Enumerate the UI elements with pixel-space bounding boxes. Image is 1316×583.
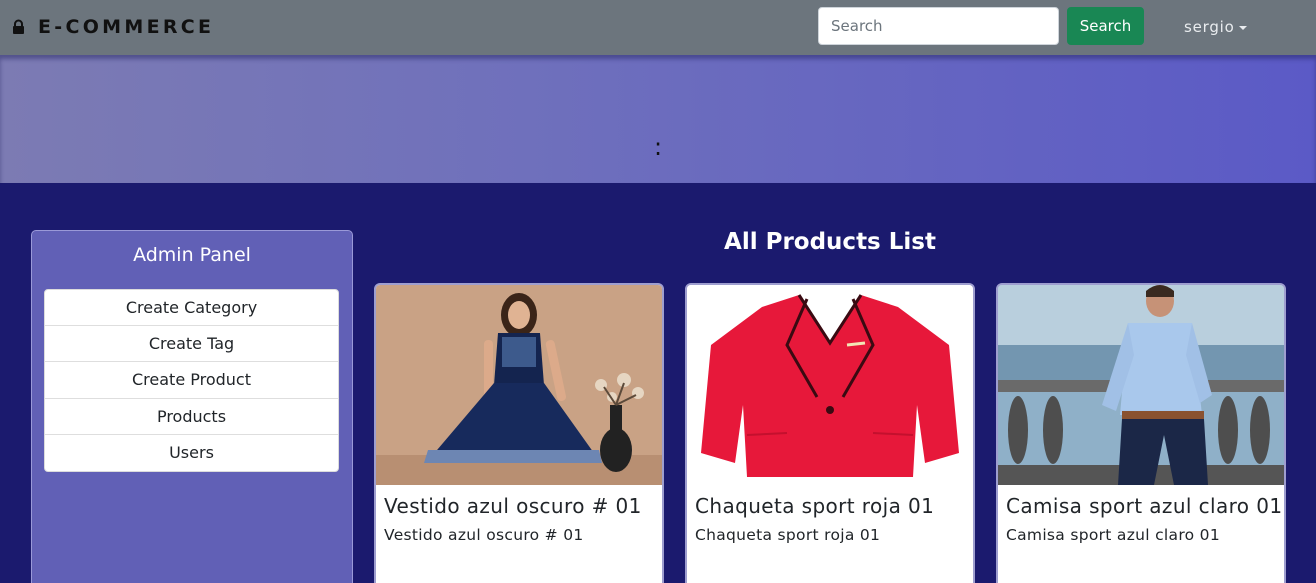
product-card[interactable]: Camisa sport azul claro 01 Camisa sport …: [996, 283, 1286, 583]
admin-item-create-tag[interactable]: Create Tag: [45, 326, 338, 363]
user-name: sergio: [1184, 18, 1235, 36]
admin-item-products[interactable]: Products: [45, 399, 338, 435]
product-image[interactable]: [998, 285, 1284, 485]
hero-banner: :: [0, 55, 1316, 183]
admin-menu-list: Create Category Create Tag Create Produc…: [44, 289, 339, 472]
product-title[interactable]: Camisa sport azul claro 01: [1006, 494, 1282, 518]
product-image[interactable]: [376, 285, 662, 485]
search-input[interactable]: [818, 7, 1059, 45]
admin-panel-title: Admin Panel: [133, 244, 251, 266]
brand-name: E-COMMERCE: [38, 16, 215, 38]
admin-item-users[interactable]: Users: [45, 435, 338, 471]
product-description: Chaqueta sport roja 01: [695, 526, 881, 544]
hero-text: :: [653, 133, 663, 161]
search-button[interactable]: Search: [1067, 7, 1144, 45]
product-title[interactable]: Vestido azul oscuro # 01: [384, 494, 642, 518]
user-menu-dropdown[interactable]: sergio: [1184, 16, 1247, 38]
brand-link[interactable]: E-COMMERCE: [11, 14, 214, 40]
product-description: Camisa sport azul claro 01: [1006, 526, 1220, 544]
admin-panel: Admin Panel Create Category Create Tag C…: [31, 230, 353, 583]
caret-down-icon: [1238, 26, 1247, 30]
product-title[interactable]: Chaqueta sport roja 01: [695, 494, 934, 518]
product-card[interactable]: Chaqueta sport roja 01 Chaqueta sport ro…: [685, 283, 975, 583]
lock-icon: [11, 19, 26, 35]
admin-item-create-product[interactable]: Create Product: [45, 362, 338, 399]
admin-item-create-category[interactable]: Create Category: [45, 290, 338, 327]
products-list-title: All Products List: [724, 229, 936, 255]
product-description: Vestido azul oscuro # 01: [384, 526, 584, 544]
product-image[interactable]: [687, 285, 973, 485]
product-card[interactable]: Vestido azul oscuro # 01 Vestido azul os…: [374, 283, 664, 583]
top-navbar: E-COMMERCE Search sergio: [0, 0, 1316, 55]
